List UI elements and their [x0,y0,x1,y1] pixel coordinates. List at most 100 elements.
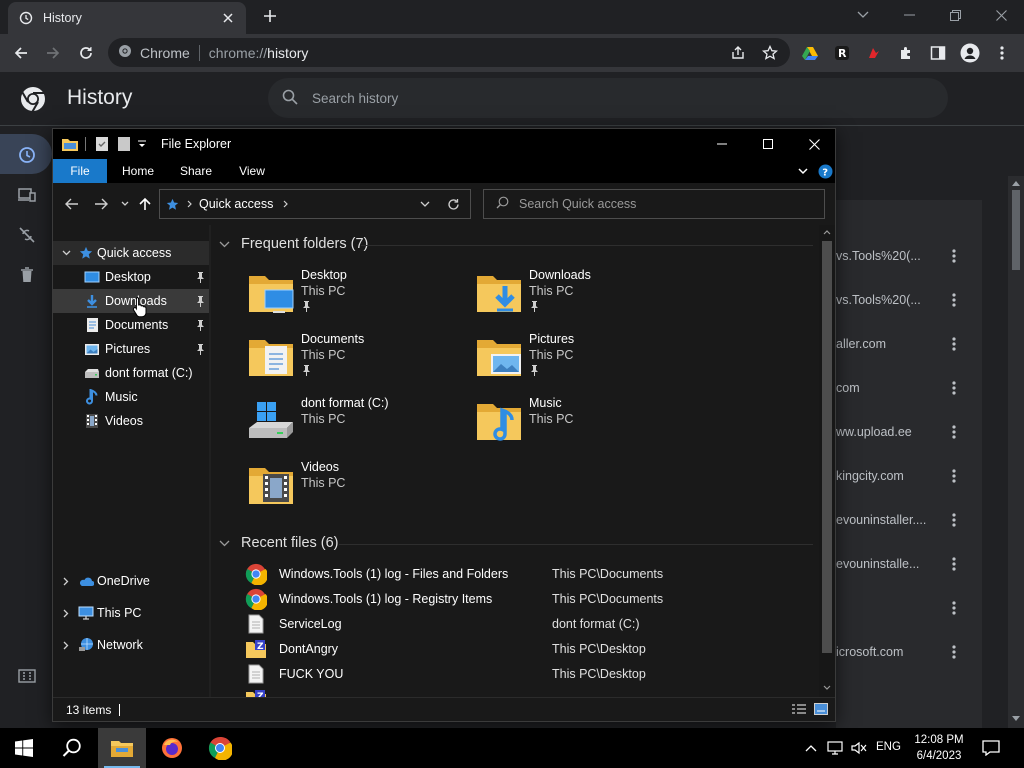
details-view-icon[interactable] [791,703,807,716]
more-actions-icon[interactable] [946,467,962,485]
explorer-titlebar[interactable]: File Explorer [53,129,835,159]
minimize-button[interactable] [886,2,932,28]
nav-item-desktop[interactable]: Desktop [53,265,209,289]
clock[interactable]: 12:08 PM 6/4/2023 [912,732,966,764]
history-entry-row[interactable]: ww.upload.ee [836,410,1024,454]
history-scrollbar[interactable] [1008,176,1024,728]
frequent-folder-tile[interactable]: Downloads This PC [475,268,695,328]
history-entry-row[interactable]: aller.com [836,322,1024,366]
chrome-history-icon[interactable] [16,144,38,166]
address-bar[interactable]: Quick access [159,189,471,219]
ribbon-tab-home[interactable]: Home [113,159,163,183]
history-entry-title[interactable]: vs.Tools%20(... [836,293,921,307]
recent-file-row-partial[interactable]: Z [245,686,805,697]
back-button[interactable] [8,40,34,66]
nav-item-music[interactable]: Music [53,385,209,409]
frequent-folder-tile[interactable]: Documents This PC [247,332,467,392]
history-entry-row[interactable]: com [836,366,1024,410]
nav-item-pictures[interactable]: Pictures [53,337,209,361]
collapsed-chevron-icon[interactable] [57,604,75,622]
history-entry-row[interactable]: kingcity.com [836,454,1024,498]
expanded-chevron-icon[interactable] [57,244,75,262]
history-entry-title[interactable]: evouninstaller.... [836,513,926,527]
ribbon-tab-file[interactable]: File [53,159,107,183]
taskbar-file-explorer[interactable] [98,728,146,768]
explorer-back-button[interactable] [63,195,81,213]
explorer-close-button[interactable] [791,129,837,159]
explorer-scrollbar[interactable] [819,225,835,697]
frequent-folder-tile[interactable]: Music This PC [475,396,695,456]
more-actions-icon[interactable] [946,335,962,353]
explorer-minimize-button[interactable] [699,129,745,159]
history-entry-title[interactable]: evouninstalle... [836,557,919,571]
properties-icon[interactable] [95,136,109,152]
explorer-search-input[interactable]: Search Quick access [483,189,825,219]
large-icons-view-icon[interactable] [813,702,829,716]
history-entry-title[interactable]: aller.com [836,337,886,351]
volume-muted-icon[interactable] [850,739,868,757]
forward-button[interactable] [40,40,66,66]
history-entry-title[interactable]: vs.Tools%20(... [836,249,921,263]
recent-file-row[interactable]: Windows.Tools (1) log - Registry Items Th… [245,586,805,611]
network-status-icon[interactable] [826,739,844,757]
nav-this-pc[interactable]: This PC [53,601,209,625]
recent-files-header[interactable]: Recent files (6) [219,535,339,551]
history-scrollbar-thumb[interactable] [1012,190,1020,270]
qat-dropdown-icon[interactable] [137,136,147,152]
chrome-menu-icon[interactable] [989,40,1015,66]
nav-network[interactable]: Network [53,633,209,657]
collapsed-chevron-icon[interactable] [57,572,75,590]
frequent-folder-tile[interactable]: Videos This PC [247,460,467,520]
recent-file-row[interactable]: ServiceLog dont format (C:) [245,611,805,636]
nav-quick-access[interactable]: Quick access [53,241,209,265]
recent-file-row[interactable]: Z DontAngry This PC\Desktop [245,636,805,661]
nav-item-dont-format-c[interactable]: dont format (C:) [53,361,209,385]
explorer-scrollbar-thumb[interactable] [822,241,832,653]
recent-locations-chevron-icon[interactable] [116,195,134,213]
address-history-chevron-icon[interactable] [420,201,430,207]
new-tab-button[interactable] [260,6,280,26]
r-extension-icon[interactable]: R [829,40,855,66]
tray-overflow-chevron-icon[interactable] [802,739,820,757]
share-icon[interactable] [725,40,751,66]
history-search-input[interactable]: Search history [268,78,948,118]
side-panel-icon[interactable] [925,40,951,66]
history-entry-row[interactable] [836,586,1024,630]
frequent-folder-tile[interactable]: Pictures This PC [475,332,695,392]
help-icon[interactable]: ? [815,159,835,183]
history-entry-row[interactable]: evouninstaller.... [836,498,1024,542]
recent-file-row[interactable]: FUCK YOU This PC\Desktop [245,661,805,686]
pdf-extension-icon[interactable] [861,40,887,66]
more-actions-icon[interactable] [946,423,962,441]
frequent-folders-header[interactable]: Frequent folders (7) [219,236,368,252]
tabs-from-other-devices-icon[interactable] [16,184,38,206]
more-actions-icon[interactable] [946,599,962,617]
history-entry-row[interactable]: vs.Tools%20(... [836,278,1024,322]
notification-center-icon[interactable] [982,739,1000,757]
history-entry-row[interactable]: vs.Tools%20(... [836,234,1024,278]
more-actions-icon[interactable] [946,511,962,529]
input-language[interactable]: ENG [876,741,901,753]
omnibox[interactable]: Chrome chrome://history [108,38,790,67]
recent-file-row[interactable]: Windows.Tools (1) log - Files and Folder… [245,561,805,586]
tab-search-chevron-icon[interactable] [840,2,886,28]
section-collapse-chevron-icon[interactable] [219,540,233,547]
trash-icon[interactable] [16,264,38,286]
taskbar-search-button[interactable] [48,728,96,768]
more-actions-icon[interactable] [946,379,962,397]
breadcrumb-quick-access[interactable]: Quick access [199,197,273,211]
history-entry-title[interactable]: icrosoft.com [836,645,903,659]
more-actions-icon[interactable] [946,247,962,265]
frequent-folder-tile[interactable]: Desktop This PC [247,268,467,328]
history-entry-title[interactable]: kingcity.com [836,469,904,483]
sync-off-icon[interactable] [16,224,38,246]
history-entry-row[interactable]: icrosoft.com [836,630,1024,674]
bookmark-star-icon[interactable] [757,40,783,66]
new-folder-icon[interactable] [117,136,131,152]
refresh-icon[interactable] [447,198,460,211]
extensions-puzzle-icon[interactable] [893,40,919,66]
history-entry-title[interactable]: com [836,381,860,395]
section-collapse-chevron-icon[interactable] [219,241,233,248]
nav-onedrive[interactable]: OneDrive [53,569,209,593]
reload-button[interactable] [73,40,99,66]
